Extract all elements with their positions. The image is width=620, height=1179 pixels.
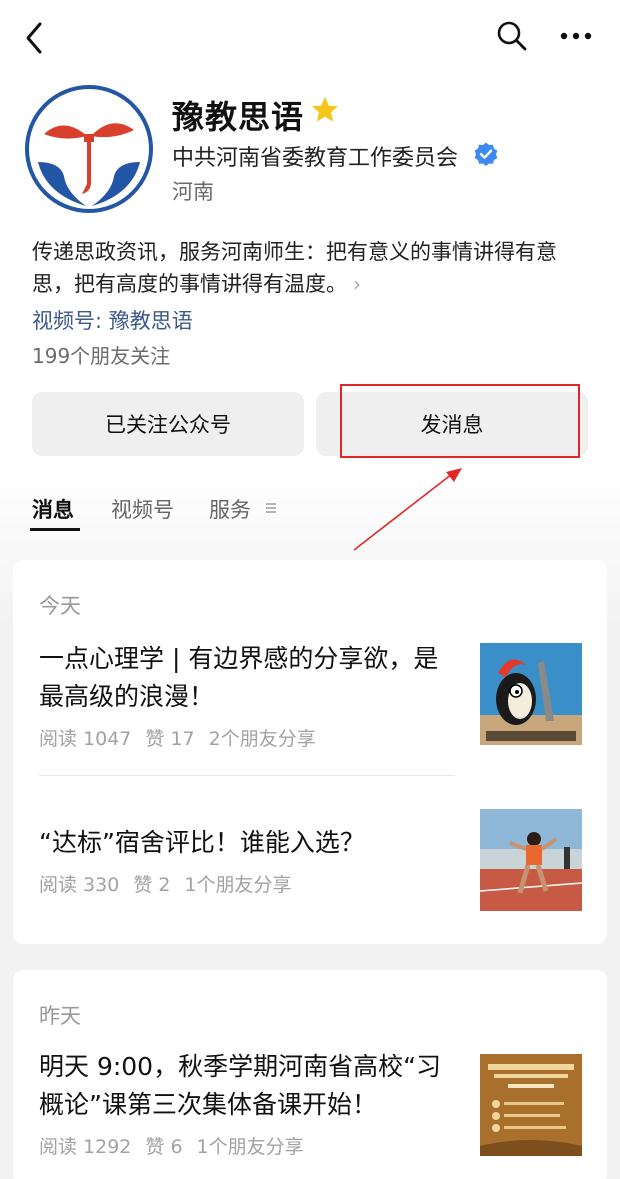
article-meta: 阅读 330 赞 2 1个朋友分享 (39, 870, 306, 897)
account-avatar[interactable] (24, 84, 154, 214)
chevron-right-icon[interactable]: › (353, 272, 361, 296)
share-count: 1个朋友分享 (196, 1136, 304, 1158)
share-count: 1个朋友分享 (184, 874, 292, 896)
article-title[interactable]: 明天 9:00，秋季学期河南省高校“习概论”课第三次集体备课开始！ (39, 1048, 449, 1124)
verified-badge-icon (473, 141, 499, 167)
friends-follow-count: 199个朋友关注 (32, 344, 171, 368)
article-divider (39, 775, 455, 776)
menu-lines-icon[interactable] (264, 500, 278, 514)
article-title[interactable]: 一点心理学 | 有边界感的分享欲，是最高级的浪漫！ (39, 640, 449, 716)
message-group-card: 今天 一点心理学 | 有边界感的分享欲，是最高级的浪漫！ 阅读 1047 赞 17… (13, 560, 607, 944)
account-description[interactable]: 传递思政资讯，服务河南师生：把有意义的事情讲得有意思，把有高度的事情讲得有温度。… (32, 236, 592, 300)
share-count: 2个朋友分享 (208, 728, 316, 750)
description-text: 传递思政资讯，服务河南师生：把有意义的事情讲得有意思，把有高度的事情讲得有温度。 (32, 240, 557, 296)
tab-video-channel[interactable]: 视频号 (111, 494, 174, 524)
tab-messages[interactable]: 消息 (32, 494, 74, 524)
article-thumbnail[interactable] (480, 809, 582, 911)
account-name: 豫教思语 (172, 98, 305, 136)
followed-button[interactable]: 已关注公众号 (32, 392, 304, 456)
read-count: 阅读 1292 (39, 1136, 132, 1158)
navigation-bar (0, 0, 620, 74)
star-icon[interactable] (310, 95, 340, 125)
annotation-arrow (353, 468, 462, 551)
article-meta: 阅读 1047 赞 17 2个朋友分享 (39, 724, 330, 751)
like-count: 赞 2 (133, 874, 171, 896)
article-thumbnail[interactable] (480, 643, 582, 745)
highlight-box (340, 384, 580, 458)
article-meta: 阅读 1292 赞 6 1个朋友分享 (39, 1132, 318, 1159)
article-title[interactable]: “达标”宿舍评比！谁能入选？ (39, 824, 449, 862)
message-group-card: 昨天 明天 9:00，秋季学期河南省高校“习概论”课第三次集体备课开始！ 阅读 … (13, 970, 607, 1179)
day-label: 今天 (39, 594, 81, 618)
read-count: 阅读 330 (39, 874, 120, 896)
search-icon[interactable] (494, 18, 530, 54)
region-label: 河南 (172, 180, 214, 204)
day-label: 昨天 (39, 1004, 81, 1028)
more-horizontal-icon[interactable] (556, 22, 596, 50)
chevron-left-icon[interactable] (18, 18, 54, 58)
active-tab-indicator (30, 528, 80, 531)
video-channel-link[interactable]: 视频号: 豫教思语 (32, 305, 193, 335)
like-count: 赞 6 (145, 1136, 183, 1158)
like-count: 赞 17 (145, 728, 195, 750)
article-thumbnail[interactable] (480, 1054, 582, 1156)
read-count: 阅读 1047 (39, 728, 132, 750)
tab-services[interactable]: 服务 (209, 494, 251, 524)
organization-name[interactable]: 中共河南省委教育工作委员会 (172, 140, 458, 172)
